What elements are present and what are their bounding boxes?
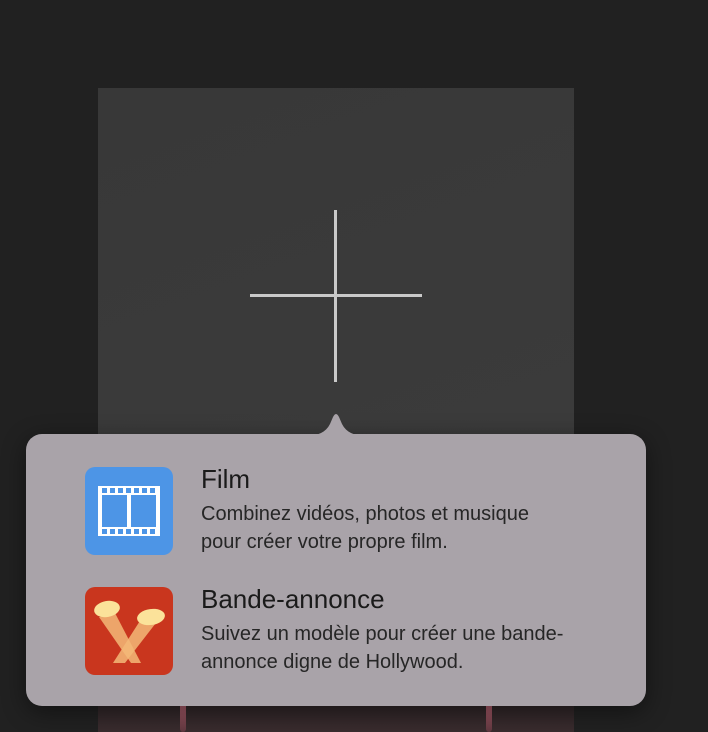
film-description-line2: pour créer votre propre film.	[201, 531, 448, 553]
plus-vertical-bar	[334, 210, 337, 382]
film-strip-icon	[85, 467, 173, 555]
menu-item-film[interactable]: Film Combinez vidéos, photos et musique …	[26, 460, 646, 570]
plus-icon	[250, 210, 422, 382]
trailer-description-line2: annonce digne de Hollywood.	[201, 651, 464, 673]
trailer-title: Bande-annonce	[201, 584, 385, 614]
window-background: Film Combinez vidéos, photos et musique …	[0, 0, 708, 732]
film-description-line1: Combinez vidéos, photos et musique	[201, 503, 529, 525]
spotlights-icon	[85, 587, 173, 675]
trailer-description-line1: Suivez un modèle pour créer une bande-	[201, 623, 564, 645]
menu-item-trailer[interactable]: Bande-annonce Suivez un modèle pour crée…	[26, 580, 646, 690]
film-description: Combinez vidéos, photos et musique pour …	[201, 500, 631, 556]
film-title: Film	[201, 464, 251, 494]
trailer-description: Suivez un modèle pour créer une bande- a…	[201, 620, 631, 676]
new-project-popover: Film Combinez vidéos, photos et musique …	[26, 414, 646, 706]
